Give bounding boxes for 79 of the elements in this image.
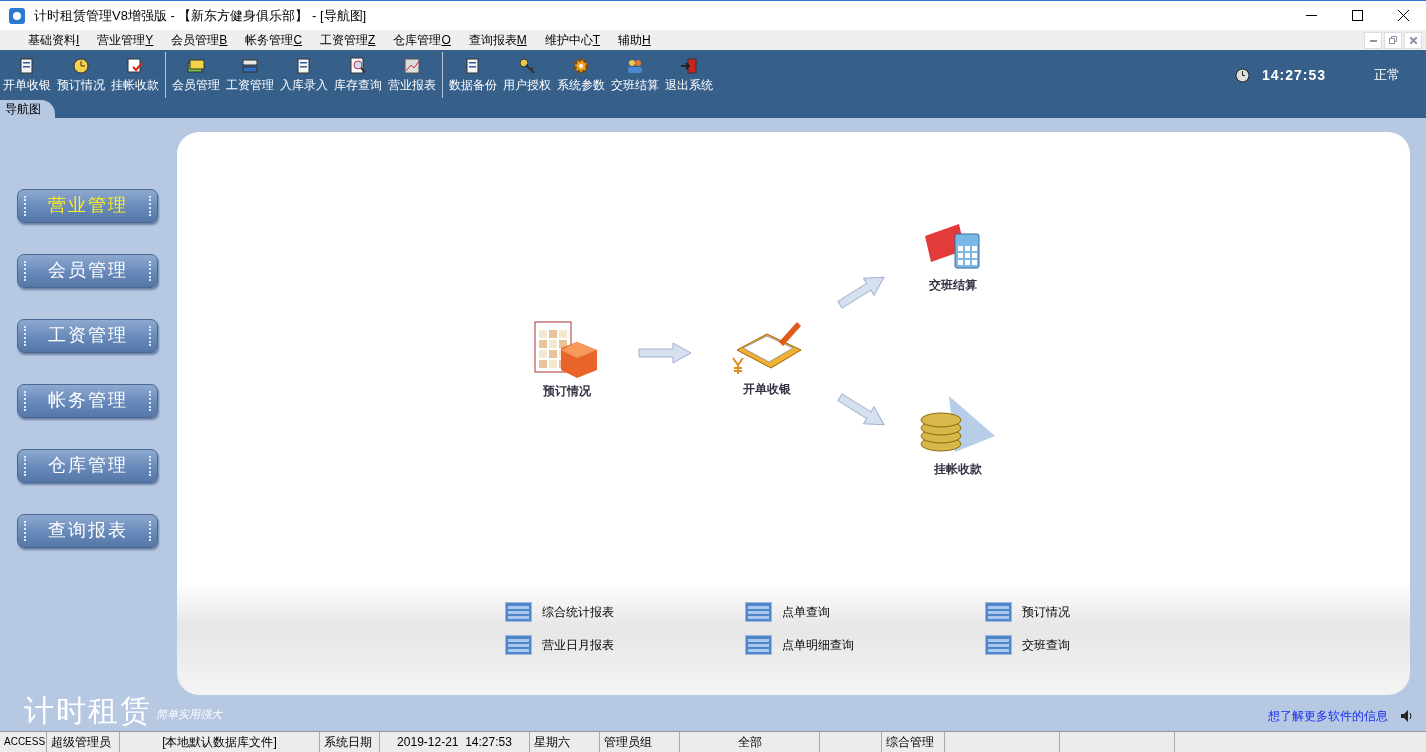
flow-node-label[interactable]: 开单收银 — [743, 379, 791, 398]
minimize-icon — [1369, 38, 1377, 42]
menu-item[interactable]: 基础资料I — [28, 31, 80, 50]
restore-icon — [1389, 36, 1397, 45]
status-cell: 系统日期 — [320, 731, 380, 752]
toolbar-button[interactable]: 系统参数 — [554, 57, 608, 93]
key-icon — [518, 57, 536, 75]
menu-item[interactable]: 辅助H — [618, 31, 651, 50]
status-cell: 超级管理员 — [47, 731, 120, 752]
mdi-minimize-button[interactable] — [1364, 31, 1382, 49]
toolbar-button[interactable]: 用户授权 — [500, 57, 554, 93]
document-icon — [464, 57, 482, 75]
status-cell: 管理员组 — [600, 731, 680, 752]
clock-icon — [72, 57, 90, 75]
table-icon — [985, 634, 1012, 655]
menu-item[interactable]: 帐务管理C — [245, 31, 303, 50]
table-icon — [505, 634, 532, 655]
clock-icon — [1234, 67, 1250, 83]
card-calculator-icon — [923, 221, 983, 272]
transfer-icon — [241, 57, 259, 75]
mdi-restore-button[interactable] — [1384, 31, 1402, 49]
speaker-icon — [1400, 708, 1414, 723]
table-icon — [985, 601, 1012, 622]
brand-slogan: 简单实用强大 — [156, 707, 222, 723]
maximize-icon — [1351, 10, 1363, 21]
report-link[interactable]: 预订情况 — [1022, 602, 1070, 621]
status-cell: 星期六 — [530, 731, 600, 752]
table-icon — [505, 601, 532, 622]
search-icon — [349, 57, 367, 75]
status-cell: 2019-12-21 14:27:53 — [380, 731, 530, 752]
cards-icon — [187, 57, 205, 75]
exit-icon — [680, 57, 698, 75]
toolbar-button[interactable]: 营业报表 — [385, 57, 439, 93]
flow-node-label[interactable]: 挂帐收款 — [934, 459, 982, 478]
table-icon — [745, 601, 772, 622]
menu-item[interactable]: 查询报表M — [468, 31, 527, 50]
minimize-icon — [1305, 14, 1317, 17]
toolbar-button[interactable]: 预订情况 — [54, 57, 108, 93]
report-link[interactable]: 综合统计报表 — [542, 602, 614, 621]
flow-node-label[interactable]: 交班结算 — [929, 275, 977, 294]
report-link[interactable]: 点单查询 — [782, 602, 830, 621]
brand-name: 计时租赁 — [24, 694, 152, 727]
report-link[interactable]: 交班查询 — [1022, 635, 1070, 654]
toolbar-button[interactable]: 库存查询 — [331, 57, 385, 93]
settings-icon — [572, 57, 590, 75]
status-cell: [本地默认数据库文件] — [120, 731, 320, 752]
menu-item[interactable]: 工资管理Z — [320, 31, 376, 50]
menu-item[interactable]: 营业管理Y — [97, 31, 154, 50]
toolbar-button[interactable]: 工资管理 — [223, 57, 277, 93]
toolbar-button[interactable]: 退出系统 — [662, 57, 716, 93]
toolbar-button[interactable]: 交班结算 — [608, 57, 662, 93]
status-cell: 综合管理 — [882, 731, 945, 752]
checklist-icon — [126, 57, 144, 75]
toolbar-button[interactable]: 数据备份 — [446, 57, 500, 93]
toolbar-button[interactable]: 会员管理 — [169, 57, 223, 93]
info-link[interactable]: 想了解更多软件的信息 — [1268, 706, 1388, 725]
menu-item[interactable]: 仓库管理O — [393, 31, 451, 50]
people-icon — [626, 57, 644, 75]
status-cell: ACCESS — [0, 731, 47, 752]
toolbar-button[interactable]: 开单收银 — [0, 57, 54, 93]
close-icon — [1397, 10, 1409, 21]
document-icon — [295, 57, 313, 75]
document-icon — [18, 57, 36, 75]
close-icon — [1409, 36, 1417, 44]
flow-node-label[interactable]: 预订情况 — [543, 381, 591, 400]
status-cell: 全部 — [680, 731, 820, 752]
status-text: 正常 — [1374, 66, 1400, 85]
clock-time: 14:27:53 — [1261, 65, 1326, 85]
menu-item[interactable]: 会员管理B — [171, 31, 228, 50]
report-link[interactable]: 点单明细查询 — [782, 635, 854, 654]
right-arrow — [638, 341, 692, 364]
toolbar-button[interactable]: 挂帐收款 — [108, 57, 162, 93]
table-icon — [745, 634, 772, 655]
mdi-close-button[interactable] — [1404, 31, 1422, 49]
toolbar-button[interactable]: 入库录入 — [277, 57, 331, 93]
report-link[interactable]: 营业日月报表 — [542, 635, 614, 654]
app-logo-icon — [8, 6, 26, 25]
window-title: 计时租赁管理V8增强版 - 【新东方健身俱乐部】 - [导航图] — [34, 6, 367, 25]
menu-item[interactable]: 维护中心T — [544, 31, 601, 50]
